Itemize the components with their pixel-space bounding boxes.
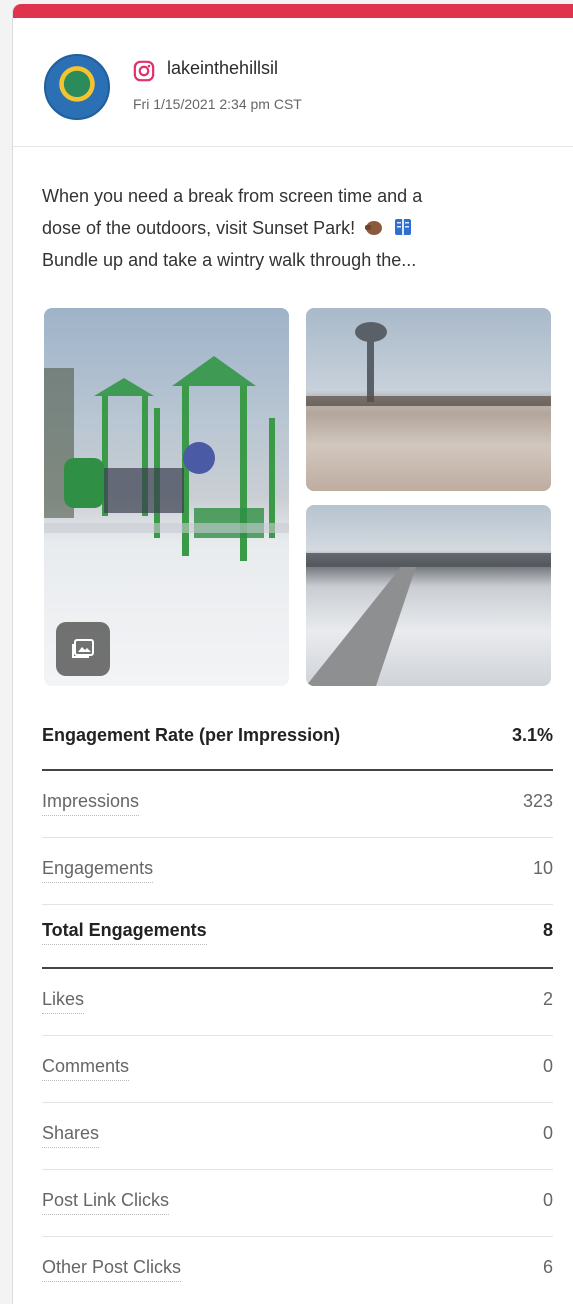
- engagements-label[interactable]: Engagements: [42, 858, 154, 883]
- post-text: When you need a break from screen time a…: [42, 180, 547, 276]
- engagement-rate-label: Engagement Rate (per Impression): [42, 725, 341, 745]
- post-text-line: When you need a break from screen time a…: [42, 186, 423, 206]
- likes-label[interactable]: Likes: [42, 989, 85, 1014]
- post-card: lakeinthehillsil Fri 1/15/2021 2:34 pm C…: [12, 4, 573, 1304]
- impressions-value: 323: [522, 791, 553, 811]
- comments-label[interactable]: Comments: [42, 1056, 130, 1081]
- metrics-table: Engagement Rate (per Impression) 3.1% Im…: [42, 707, 553, 1303]
- engagements-value: 10: [532, 858, 553, 878]
- shares-row: Shares 0: [42, 1103, 553, 1170]
- total-engagements-value: 8: [542, 920, 553, 940]
- comments-value: 0: [542, 1056, 553, 1076]
- post-media[interactable]: [44, 308, 551, 686]
- username[interactable]: lakeinthehillsil: [167, 58, 278, 79]
- engagements-row: Engagements 10: [42, 838, 553, 905]
- post-timestamp: Fri 1/15/2021 2:34 pm CST: [133, 96, 302, 112]
- snowy-path-photo[interactable]: [306, 505, 551, 686]
- gallery-icon[interactable]: [56, 622, 110, 676]
- engagement-rate-row: Engagement Rate (per Impression) 3.1%: [42, 707, 553, 771]
- post-link-clicks-value: 0: [542, 1190, 553, 1210]
- card-accent-bar: [13, 4, 573, 18]
- snowy-path-illustration: [306, 553, 551, 686]
- post-text-line-with-emoji: dose of the outdoors, visit Sunset Park!: [42, 212, 547, 244]
- book-icon: [395, 219, 412, 235]
- playground-photo[interactable]: [44, 308, 289, 686]
- other-post-clicks-value: 6: [542, 1257, 553, 1277]
- total-engagements-row: Total Engagements 8: [42, 905, 553, 969]
- water-tower-illustration: [306, 322, 551, 491]
- post-text-line: dose of the outdoors, visit Sunset Park!: [42, 218, 356, 238]
- likes-value: 2: [542, 989, 553, 1009]
- comments-row: Comments 0: [42, 1036, 553, 1103]
- instagram-icon: [133, 60, 155, 82]
- other-post-clicks-row: Other Post Clicks 6: [42, 1237, 553, 1303]
- post-text-line: Bundle up and take a wintry walk through…: [42, 250, 417, 270]
- impressions-row: Impressions 323: [42, 771, 553, 838]
- post-link-clicks-label[interactable]: Post Link Clicks: [42, 1190, 170, 1215]
- shares-label[interactable]: Shares: [42, 1123, 100, 1148]
- water-tower-photo[interactable]: [306, 308, 551, 491]
- post-header: lakeinthehillsil Fri 1/15/2021 2:34 pm C…: [13, 18, 573, 147]
- total-engagements-label[interactable]: Total Engagements: [42, 920, 207, 945]
- engagement-rate-value: 3.1%: [511, 725, 553, 745]
- impressions-label[interactable]: Impressions: [42, 791, 140, 816]
- post-link-clicks-row: Post Link Clicks 0: [42, 1170, 553, 1237]
- gallery-glyph: [72, 639, 94, 658]
- other-post-clicks-label[interactable]: Other Post Clicks: [42, 1257, 182, 1282]
- avatar[interactable]: [44, 54, 110, 120]
- shares-value: 0: [542, 1123, 553, 1143]
- hand-icon: [365, 221, 383, 235]
- likes-row: Likes 2: [42, 969, 553, 1036]
